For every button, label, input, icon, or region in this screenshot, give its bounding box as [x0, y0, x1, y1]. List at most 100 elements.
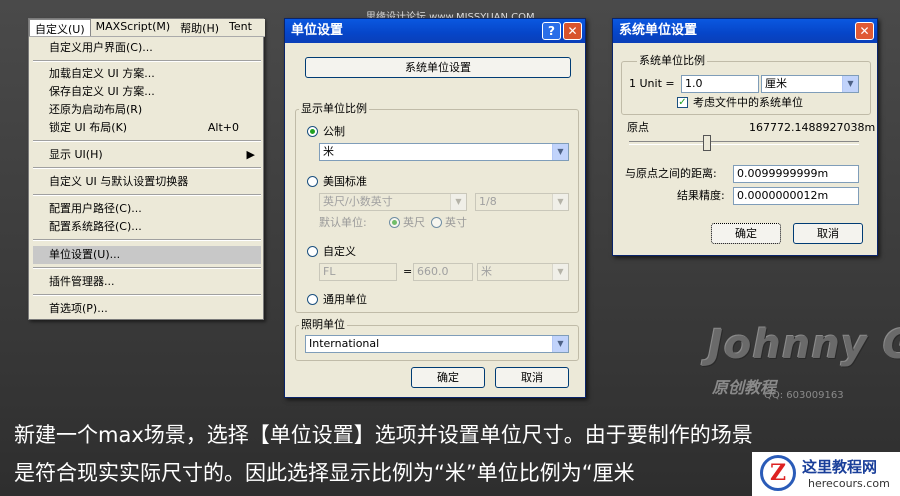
menu-item-label: 显示 UI(H)	[49, 148, 103, 161]
logo-qq: QQ: 603009163	[764, 390, 844, 401]
ok-button[interactable]: 确定	[711, 223, 781, 244]
menu-item-label: 还原为启动布局(R)	[49, 103, 143, 116]
chevron-down-icon: ▼	[450, 194, 466, 210]
site-url: herecours.com	[808, 477, 890, 490]
menu-item-units-setup[interactable]: 单位设置(U)...	[33, 246, 261, 264]
menu-item-label: 加载自定义 UI 方案...	[49, 67, 155, 80]
cancel-button[interactable]: 取消	[793, 223, 863, 244]
menu-item-label: 自定义 UI 与默认设置切换器	[49, 175, 189, 188]
unit-value-field[interactable]: 1.0	[681, 75, 759, 93]
dialog-title: 系统单位设置	[619, 23, 698, 38]
menu-separator	[33, 267, 261, 269]
submenu-arrow-icon: ▶	[246, 148, 255, 161]
units-setup-dialog: 单位设置 ? ✕ 系统单位设置 显示单位比例 公制 米 ▼ 美国标准 英尺/小数…	[284, 18, 586, 398]
precision-field: 0.0000000012m	[733, 187, 859, 205]
menu-item-lock-layout[interactable]: 锁定 UI 布局(K) Alt+0	[33, 119, 261, 137]
us-fraction-select[interactable]: 1/8 ▼	[475, 193, 569, 211]
precision-label: 结果精度:	[677, 189, 725, 202]
cancel-button[interactable]: 取消	[495, 367, 569, 388]
custom-name-field[interactable]: FL	[319, 263, 397, 281]
default-inches-label: 英寸	[445, 216, 467, 229]
us-standard-radio[interactable]	[307, 176, 318, 187]
ok-button[interactable]: 确定	[411, 367, 485, 388]
menu-separator	[33, 167, 261, 169]
menu-separator	[33, 194, 261, 196]
distance-label: 与原点之间的距离:	[625, 167, 717, 180]
menu-item-label: 插件管理器...	[49, 275, 115, 288]
lighting-units-value: International	[309, 337, 380, 350]
menu-item-show-ui[interactable]: 显示 UI(H) ▶	[33, 146, 261, 164]
help-button[interactable]: ?	[542, 22, 561, 40]
dialog-titlebar: 系统单位设置 ✕	[613, 19, 877, 43]
unit-type-select[interactable]: 厘米 ▼	[761, 75, 859, 93]
caption-line-2: 是符合现实实际尺寸的。因此选择显示比例为“米”单位比例为“厘米	[14, 461, 635, 485]
caption-line-1: 新建一个max场景，选择【单位设置】选项并设置单位尺寸。由于要制作的场景	[14, 423, 753, 447]
menubar-customize[interactable]: 自定义(U)	[29, 19, 91, 36]
menu-item-revert-layout[interactable]: 还原为启动布局(R)	[33, 101, 261, 119]
menu-item-label: 配置用户路径(C)...	[49, 202, 142, 215]
us-unit-select[interactable]: 英尺/小数英寸 ▼	[319, 193, 467, 211]
metric-radio[interactable]	[307, 126, 318, 137]
chevron-down-icon: ▼	[552, 264, 568, 280]
origin-slider-track[interactable]	[629, 141, 859, 145]
origin-label: 原点	[627, 121, 649, 134]
origin-value: 167772.1488927038m	[749, 121, 876, 134]
generic-units-label: 通用单位	[323, 293, 367, 306]
question-icon: ?	[548, 24, 555, 38]
custom-unit-value: 米	[481, 265, 492, 278]
chevron-down-icon: ▼	[552, 144, 568, 160]
menu-item-ui-switcher[interactable]: 自定义 UI 与默认设置切换器	[33, 173, 261, 191]
origin-slider-thumb[interactable]	[703, 135, 711, 151]
unit-type-value: 厘米	[765, 77, 787, 90]
system-unit-scale-label: 系统单位比例	[637, 54, 707, 67]
close-icon: ✕	[567, 24, 578, 38]
close-button[interactable]: ✕	[563, 22, 582, 40]
lighting-units-select[interactable]: International ▼	[305, 335, 569, 353]
johnny-g-logo: Johnny G	[708, 322, 900, 368]
system-units-setup-button[interactable]: 系统单位设置	[305, 57, 571, 78]
respect-units-checkbox[interactable]: ✓	[677, 97, 688, 108]
generic-units-radio[interactable]	[307, 294, 318, 305]
metric-label: 公制	[323, 125, 345, 138]
menu-item-preferences[interactable]: 首选项(P)...	[33, 300, 261, 318]
display-units-group-label: 显示单位比例	[299, 102, 369, 115]
menu-item-label: 自定义用户界面(C)...	[49, 41, 153, 54]
metric-unit-select[interactable]: 米 ▼	[319, 143, 569, 161]
custom-radio[interactable]	[307, 246, 318, 257]
default-inches-radio[interactable]	[431, 217, 442, 228]
menu-item-load-ui[interactable]: 加载自定义 UI 方案...	[33, 65, 261, 83]
custom-unit-select[interactable]: 米 ▼	[477, 263, 569, 281]
chevron-down-icon: ▼	[552, 336, 568, 352]
site-name: 这里教程网	[802, 458, 878, 476]
us-unit-value: 英尺/小数英寸	[323, 195, 393, 208]
menu-separator	[33, 294, 261, 296]
menu-separator	[33, 239, 261, 241]
menu-item-user-paths[interactable]: 配置用户路径(C)...	[33, 200, 261, 218]
menu-item-plugin-manager[interactable]: 插件管理器...	[33, 273, 261, 291]
default-feet-radio[interactable]	[389, 217, 400, 228]
menubar-tent[interactable]: Tent	[224, 19, 257, 36]
default-feet-label: 英尺	[403, 216, 425, 229]
close-button[interactable]: ✕	[855, 22, 874, 40]
customize-menu: 自定义(U) MAXScript(M) 帮助(H) Tent 自定义用户界面(C…	[28, 18, 265, 320]
system-unit-setup-dialog: 系统单位设置 ✕ 系统单位比例 1 Unit = 1.0 厘米 ▼ ✓ 考虑文件…	[612, 18, 878, 256]
custom-value-field[interactable]: 660.0	[413, 263, 473, 281]
dialog-title: 单位设置	[291, 23, 344, 38]
site-badge: Z 这里教程网 herecours.com	[752, 452, 900, 496]
menu-item-customize-ui[interactable]: 自定义用户界面(C)...	[33, 39, 261, 57]
metric-unit-value: 米	[323, 145, 334, 158]
menu-shortcut: Alt+0	[207, 121, 239, 134]
display-units-group	[295, 109, 579, 313]
menu-item-system-paths[interactable]: 配置系统路径(C)...	[33, 218, 261, 236]
dialog-titlebar: 单位设置 ? ✕	[285, 19, 585, 43]
menubar-help[interactable]: 帮助(H)	[175, 19, 224, 36]
menu-item-save-ui[interactable]: 保存自定义 UI 方案...	[33, 83, 261, 101]
menu-item-label: 首选项(P)...	[49, 302, 108, 315]
chevron-down-icon: ▼	[552, 194, 568, 210]
menu-item-label: 单位设置(U)...	[49, 248, 121, 261]
checkmark-icon: ✓	[678, 97, 687, 108]
us-standard-label: 美国标准	[323, 175, 367, 188]
menu-item-label: 配置系统路径(C)...	[49, 220, 142, 233]
site-logo-icon: Z	[760, 455, 796, 491]
menubar-maxscript[interactable]: MAXScript(M)	[91, 19, 176, 36]
